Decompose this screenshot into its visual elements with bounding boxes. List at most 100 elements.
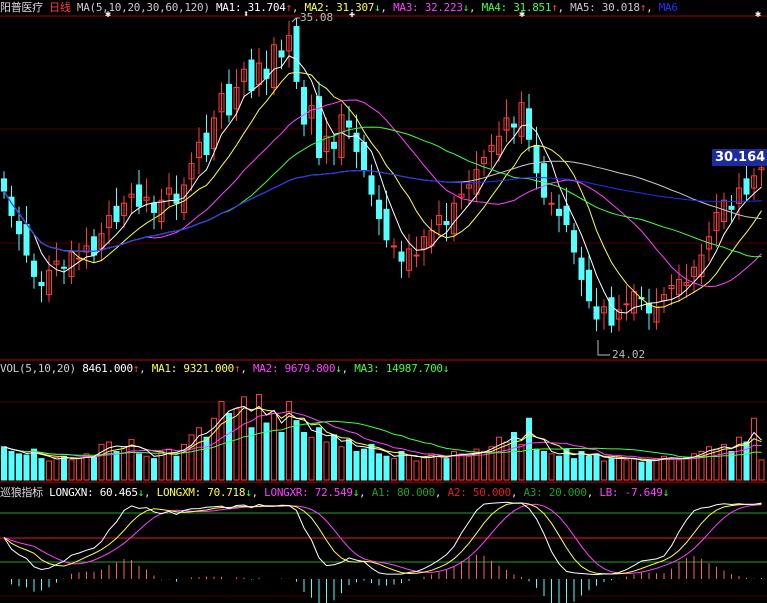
volume-bar — [203, 436, 210, 481]
volume-bar — [361, 448, 367, 481]
legend-item: MA5: 30.018↑, — [570, 1, 659, 14]
legend-item: LONGXM: 70.718↓, — [156, 486, 265, 499]
legend-value: 9321.000 — [183, 362, 234, 375]
volume-bar — [616, 455, 622, 481]
stock-name: 阳普医疗 — [0, 1, 43, 14]
candle-body — [533, 144, 540, 174]
candle-body — [31, 260, 37, 277]
candle-body — [728, 205, 735, 210]
candle-body — [563, 205, 570, 226]
legend-label: MA3: — [393, 1, 425, 14]
legend-label: LONGXN: — [49, 486, 100, 499]
legend-label: A3: — [523, 486, 549, 499]
legend-value: 31.307 — [336, 1, 375, 14]
candle-body — [623, 303, 630, 306]
legend-label: MA5: — [570, 1, 602, 14]
vol-params: VOL(5,10,20) — [0, 362, 76, 375]
legend-item: MA3: 32.223↓, — [393, 1, 482, 14]
arrow-down-icon: ↓ — [352, 486, 360, 499]
volume-bar — [503, 441, 510, 481]
volume-bar — [623, 459, 630, 481]
legend-label: A1: — [371, 486, 397, 499]
volume-bar — [53, 456, 60, 481]
arrow-down-icon: ↓ — [245, 486, 252, 499]
volume-bar — [541, 451, 547, 481]
volume-bar — [143, 455, 150, 481]
current-price-tag: 30.164 — [712, 149, 767, 166]
event-marker-icon[interactable]: ✱ — [755, 9, 761, 20]
candle-body — [16, 221, 22, 235]
candle-body — [91, 236, 97, 256]
volume-bar — [323, 441, 330, 481]
legend-item: MA6 — [659, 1, 678, 14]
candle-body — [556, 208, 562, 216]
legend-item: MA1: 31.704↑, — [215, 1, 305, 14]
ma-params: MA(5,10,20,30,60,120) — [76, 1, 210, 14]
legend-value: -7.649 — [624, 486, 663, 499]
volume-bar — [601, 460, 607, 481]
candle-body — [391, 245, 397, 248]
volume-bar — [301, 432, 307, 481]
candle-body — [548, 202, 555, 205]
volume-bar — [743, 441, 750, 481]
candle-body — [593, 306, 600, 320]
volume-header: VOL(5,10,20) 8461.000↑, MA1: 9321.000↑, … — [0, 362, 450, 375]
volume-bar — [646, 460, 652, 481]
legend-label: MA6 — [658, 1, 678, 14]
legend-item: LONGXN: 60.465↓, — [49, 486, 157, 499]
volume-bar — [91, 456, 97, 481]
volume-bar — [578, 451, 585, 481]
low-leader-line — [597, 340, 610, 356]
legend-item: MA1: 9321.000↑, — [151, 362, 253, 375]
candle-body — [383, 208, 390, 241]
volume-bar — [466, 455, 472, 481]
volume-bar — [631, 458, 637, 481]
candle-body — [151, 202, 157, 213]
volume-bar — [113, 451, 120, 481]
volume-bar — [8, 451, 15, 481]
legend-value: 20.000 — [548, 486, 587, 499]
period-label[interactable]: 日线 — [49, 1, 71, 14]
event-marker-icon[interactable]: ✱ — [105, 9, 111, 20]
high-price-label: 35.08 — [300, 11, 334, 24]
volume-bar — [533, 448, 540, 481]
volume-bar — [338, 446, 345, 481]
volume-bar — [68, 459, 75, 481]
candle-body — [743, 178, 750, 195]
volume-bar — [736, 436, 742, 481]
candle-body — [578, 257, 585, 280]
legend-label: LONGXR: — [264, 486, 315, 499]
vol-value: 8461.000 — [82, 362, 133, 375]
volume-bar — [518, 443, 525, 481]
indicator-header: 巡狼指标 LONGXN: 60.465↓, LONGXM: 70.718↓, L… — [0, 486, 669, 500]
volume-bar — [571, 458, 577, 481]
arrow-down-icon: ↓ — [662, 486, 670, 499]
volume-bar — [308, 436, 315, 481]
legend-label: LONGXM: — [156, 486, 208, 499]
candle-body — [226, 83, 232, 116]
legend-item: MA4: 31.851↑, — [481, 1, 571, 14]
event-marker-icon[interactable]: ✱ — [519, 9, 525, 20]
volume-bar — [331, 434, 337, 481]
volume-bar — [406, 454, 412, 481]
arrow-up-icon: ↑ — [234, 362, 241, 375]
legend-value: 14987.700 — [385, 362, 443, 375]
event-marker-icon[interactable]: ⬍ — [243, 9, 249, 20]
candle-body — [361, 141, 367, 171]
main-header: 阳普医疗 日线 MA(5,10,20,30,60,120) MA1: 31.70… — [0, 1, 678, 15]
volume-bar — [226, 413, 232, 481]
candle-body — [1, 178, 7, 192]
stock-chart[interactable] — [0, 0, 767, 603]
candle-body — [293, 26, 300, 82]
event-marker-icon[interactable]: ✚ — [349, 9, 355, 20]
legend-value: 30.018 — [601, 1, 640, 14]
volume-bar — [218, 401, 225, 481]
candle-body — [571, 230, 577, 253]
candle-body — [443, 221, 450, 226]
candle-body — [203, 132, 210, 156]
legend-value: 9679.800 — [284, 362, 336, 375]
candle-body — [511, 123, 517, 128]
volume-bar — [316, 427, 322, 481]
volume-bar — [653, 458, 660, 481]
candle-body — [331, 141, 337, 149]
